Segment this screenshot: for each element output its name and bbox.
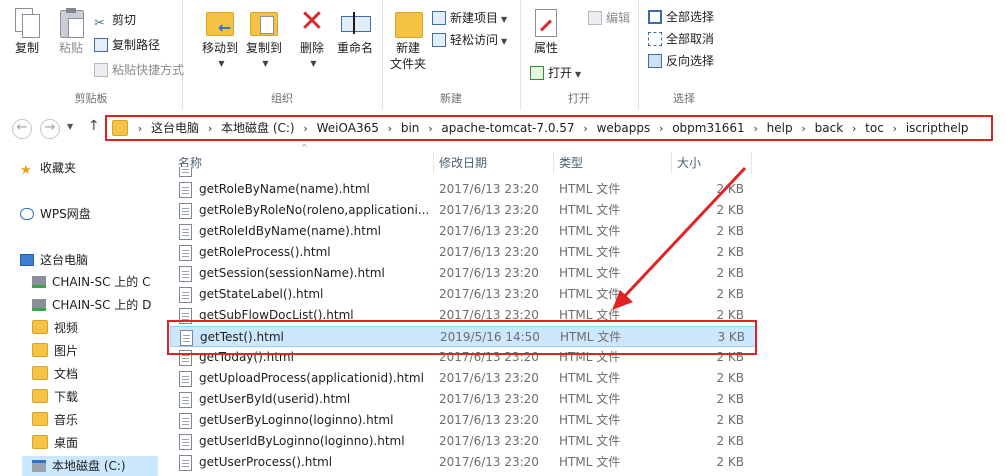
annotation-arrow xyxy=(612,166,747,310)
